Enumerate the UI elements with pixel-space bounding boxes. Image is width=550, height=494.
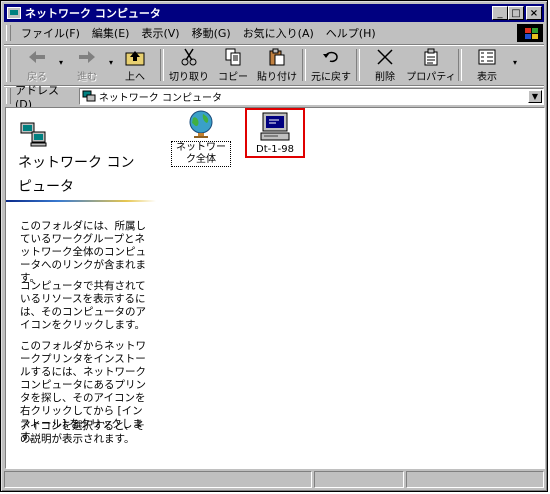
delete-x-icon [376,47,394,67]
copy-button[interactable]: コピー [211,45,255,83]
network-computer-icon [82,90,96,102]
network-computers-icon [20,122,47,147]
toolbar-separator [458,49,462,81]
maximize-button[interactable]: □ [508,6,524,20]
panel-divider [6,200,156,202]
paste-clipboard-icon [268,47,286,67]
views-grid-icon [478,47,496,67]
window-title: ネットワーク コンピュータ [25,7,161,20]
panel-paragraph: アイコンを選択すると、その説明が表示されます。 [20,420,146,445]
properties-button[interactable]: プロパティ [406,45,456,83]
computer-item-dt-1-98[interactable]: Dt-1-98 [245,108,305,158]
forward-label: 進む [77,72,97,83]
copy-icon [224,47,242,67]
explorer-window: ネットワーク コンピュータ _ □ × ファイル(F) 編集(E) 表示(V) … [0,0,548,492]
back-arrow-icon [27,47,47,67]
paste-button[interactable]: 貼り付け [255,45,299,83]
address-field[interactable]: ネットワーク コンピュータ ▼ [78,87,544,105]
up-folder-icon [124,47,146,67]
copy-label: コピー [218,72,248,83]
status-bar [4,471,544,489]
minimize-button[interactable]: _ [492,6,508,20]
menu-bar: ファイル(F) 編集(E) 表示(V) 移動(G) お気に入り(A) ヘルプ(H… [4,23,544,43]
status-pane-main [4,471,312,488]
undo-label: 元に戻す [311,72,351,83]
toolbar-grip[interactable] [6,48,11,82]
views-dropdown-icon[interactable]: ▾ [513,58,517,67]
menu-help[interactable]: ヘルプ(H) [320,25,382,41]
folder-content: ネットワーク コンピュータ このフォルダには、所属しているワークグループとネット… [5,107,545,469]
menu-go[interactable]: 移動(G) [186,25,237,41]
computer-label: Dt-1-98 [256,144,294,155]
delete-label: 削除 [375,72,395,83]
title-bar[interactable]: ネットワーク コンピュータ _ □ × [4,4,544,22]
delete-button[interactable]: 削除 [363,45,407,83]
menubar-grip[interactable] [6,25,11,41]
views-label: 表示 [477,72,497,83]
address-value: ネットワーク コンピュータ [98,92,222,104]
paste-label: 貼り付け [257,72,297,83]
windows-logo-icon [517,24,543,42]
panel-paragraph: コンピュータで共有されているリソースを表示するには、そのコンピュータのアイコンを… [20,280,146,331]
properties-icon [422,47,440,67]
toolbar-separator [356,49,360,81]
address-dropdown-button[interactable]: ▼ [528,89,542,103]
status-pane-zone [406,471,544,488]
entire-network-item[interactable]: ネットワーク全体 [170,109,232,167]
undo-icon [322,47,340,67]
back-button[interactable]: 戻る ▾ [15,45,63,83]
standard-toolbar: 戻る ▾ 進む ▾ 上へ 切り取り コピー 貼り付け 元に戻す 削除 プロパティ… [4,44,544,85]
up-label: 上へ [125,72,145,83]
status-pane-size [314,471,404,488]
forward-arrow-icon [77,47,97,67]
menu-edit[interactable]: 編集(E) [86,25,136,41]
menu-view[interactable]: 表示(V) [135,25,185,41]
cut-label: 切り取り [169,72,209,83]
toolbar-separator [302,49,306,81]
up-button[interactable]: 上へ [113,45,157,83]
panel-paragraph: このフォルダには、所属しているワークグループとネットワーク全体のコンピュータへの… [20,220,146,284]
address-grip[interactable] [6,88,11,104]
close-button[interactable]: × [526,6,542,20]
undo-button[interactable]: 元に戻す [309,45,353,83]
webview-info-panel: ネットワーク コンピュータ このフォルダには、所属しているワークグループとネット… [6,108,156,468]
scissors-icon [180,47,198,67]
cut-button[interactable]: 切り取り [167,45,211,83]
views-button[interactable]: 表示 ▾ [465,45,517,83]
computer-icon [260,112,290,141]
panel-title: ネットワーク コンピュータ [18,155,135,195]
toolbar-separator [160,49,164,81]
menu-file[interactable]: ファイル(F) [15,25,86,41]
address-bar: アドレス(D) ネットワーク コンピュータ ▼ [4,84,544,111]
forward-button[interactable]: 進む ▾ [65,45,113,83]
entire-network-label: ネットワーク全体 [171,141,231,167]
globe-icon [189,110,213,138]
network-computer-icon [7,7,21,19]
menu-favorites[interactable]: お気に入り(A) [237,25,320,41]
properties-label: プロパティ [406,72,456,83]
back-dropdown-icon[interactable]: ▾ [59,58,63,67]
